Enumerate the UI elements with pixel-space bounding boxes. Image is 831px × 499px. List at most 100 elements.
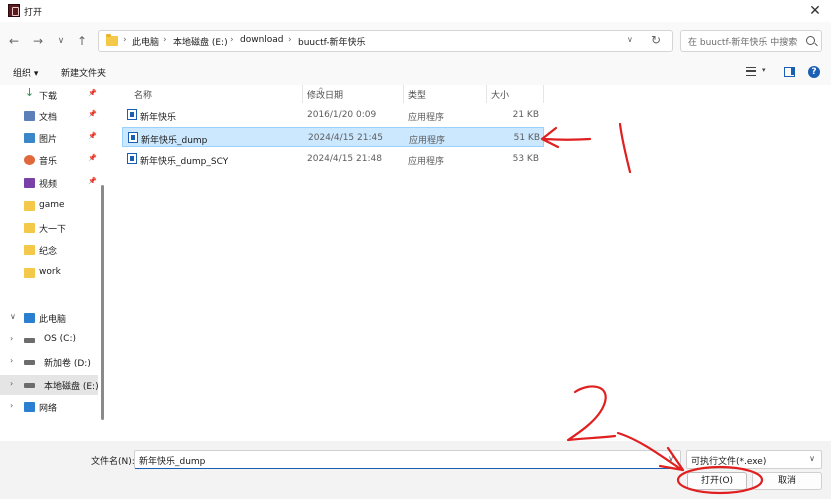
column-header-name[interactable]: 名称 [134, 88, 152, 106]
sidebar-item-label: 文档 [39, 113, 58, 123]
column-divider[interactable] [486, 85, 487, 103]
preview-pane-icon[interactable] [784, 67, 795, 77]
application-icon [128, 132, 138, 143]
file-row[interactable]: 新年快乐 2016/1/20 0:09 应用程序 21 KB [122, 105, 544, 125]
sidebar-item-memorial[interactable]: 纪念 [0, 240, 98, 260]
sidebar-item-drive-e[interactable]: › 本地磁盘 (E:) [0, 375, 99, 395]
download-icon: ↓ [24, 86, 35, 99]
sidebar-item-label: 本地磁盘 (E:) [44, 382, 99, 392]
sidebar-item-documents[interactable]: 文档 📌 [0, 106, 98, 126]
sidebar-item-game[interactable]: game [0, 196, 98, 216]
sidebar-item-videos[interactable]: 视频 📌 [0, 173, 98, 193]
file-name: 新年快乐 [140, 113, 177, 123]
column-header-modified[interactable]: 修改日期 [307, 88, 343, 106]
file-list: 名称 ^ 修改日期 类型 大小 新年快乐 2016/1/20 0:09 应用程序… [105, 85, 831, 441]
sidebar-item-freshman-spring[interactable]: 大一下 [0, 218, 98, 238]
breadcrumb-separator[interactable]: › [123, 35, 127, 45]
back-button[interactable]: ← [6, 33, 22, 49]
dialog-footer: 文件名(N): 新年快乐_dump ∨ 可执行文件(*.exe) ∨ 打开(O)… [0, 441, 831, 499]
filename-label: 文件名(N): [91, 457, 135, 467]
open-button[interactable]: 打开(O) [687, 472, 747, 490]
file-size: 21 KB [512, 110, 539, 120]
file-modified: 2024/4/15 21:45 [308, 133, 383, 143]
sidebar-scrollbar[interactable] [101, 185, 104, 420]
file-size: 53 KB [512, 154, 539, 164]
drive-icon [24, 338, 35, 343]
new-folder-button[interactable]: 新建文件夹 [61, 66, 106, 79]
forward-button[interactable]: → [30, 33, 46, 49]
search-icon [806, 36, 815, 45]
column-divider[interactable] [543, 85, 544, 103]
sidebar-item-this-pc[interactable]: ∨ 此电脑 [0, 308, 98, 328]
organize-button[interactable]: 组织 ▾ [13, 66, 38, 79]
search-input[interactable]: 在 buuctf-新年快乐 中搜索 [688, 35, 797, 48]
pin-icon: 📌 [88, 177, 97, 185]
file-name: 新年快乐_dump_SCY [140, 157, 229, 167]
chevron-right-icon[interactable]: › [10, 401, 13, 410]
application-icon [127, 109, 137, 120]
recent-locations-button[interactable]: ∨ [53, 33, 69, 49]
drive-icon [24, 383, 35, 388]
file-size: 51 KB [513, 133, 540, 143]
file-row-selected[interactable]: 新年快乐_dump 2024/4/15 21:45 应用程序 51 KB [122, 127, 544, 147]
breadcrumb-separator[interactable]: › [288, 35, 292, 45]
refresh-icon[interactable]: ↻ [651, 33, 661, 47]
cancel-button[interactable]: 取消 [752, 472, 822, 490]
pin-icon: 📌 [88, 132, 97, 140]
column-header-size[interactable]: 大小 [491, 88, 509, 106]
close-icon[interactable]: ✕ [807, 3, 823, 19]
computer-icon [24, 313, 35, 323]
file-type: 应用程序 [409, 136, 446, 146]
view-options-icon[interactable] [746, 67, 756, 76]
sidebar-item-downloads[interactable]: ↓ 下载 📌 [0, 85, 98, 105]
pin-icon: 📌 [88, 110, 97, 118]
file-row[interactable]: 新年快乐_dump_SCY 2024/4/15 21:48 应用程序 53 KB [122, 149, 544, 169]
title-bar: 打开 ✕ [0, 0, 831, 22]
sidebar-item-label: 下载 [39, 92, 58, 102]
breadcrumb-download[interactable]: download [240, 35, 284, 45]
app-icon [8, 4, 20, 17]
folder-icon [24, 245, 35, 255]
file-type: 应用程序 [408, 113, 445, 123]
sidebar-item-network[interactable]: › 网络 [0, 397, 98, 417]
sidebar-item-label: game [39, 200, 65, 210]
search-box[interactable]: 在 buuctf-新年快乐 中搜索 [680, 30, 822, 52]
column-header-type[interactable]: 类型 [408, 88, 426, 106]
filetype-value[interactable]: 可执行文件(*.exe) [691, 454, 766, 467]
breadcrumb-separator[interactable]: › [163, 35, 167, 45]
chevron-right-icon[interactable]: › [10, 379, 13, 388]
sidebar-item-label: 音乐 [39, 157, 58, 167]
sidebar-item-label: 大一下 [39, 225, 67, 235]
window-title: 打开 [24, 8, 43, 18]
column-divider[interactable] [403, 85, 404, 103]
filetype-select[interactable]: 可执行文件(*.exe) ∨ [686, 450, 822, 469]
sidebar-item-label: 网络 [39, 404, 58, 414]
address-history-dropdown[interactable]: ∨ [627, 35, 633, 44]
chevron-down-icon[interactable]: ∨ [668, 454, 674, 463]
help-icon[interactable]: ? [808, 66, 820, 78]
sidebar-item-label: 视频 [39, 180, 58, 190]
sidebar-item-drive-c[interactable]: › OS (C:) [0, 330, 98, 350]
sidebar-item-music[interactable]: 音乐 📌 [0, 150, 98, 170]
command-toolbar: 组织 ▾ 新建文件夹 ▾ ? [0, 60, 831, 85]
chevron-right-icon[interactable]: › [10, 334, 13, 343]
column-divider[interactable] [302, 85, 303, 103]
breadcrumb-this-pc[interactable]: 此电脑 [132, 35, 159, 48]
breadcrumb-drive-e[interactable]: 本地磁盘 (E:) [173, 35, 228, 48]
filename-field[interactable]: 新年快乐_dump ∨ [134, 450, 681, 469]
breadcrumb-current-folder[interactable]: buuctf-新年快乐 [298, 35, 366, 48]
chevron-down-icon[interactable]: ∨ [10, 312, 16, 321]
file-type: 应用程序 [408, 157, 445, 167]
address-bar[interactable]: › 此电脑 › 本地磁盘 (E:) › download › buuctf-新年… [98, 30, 673, 52]
chevron-right-icon[interactable]: › [10, 356, 13, 365]
up-button[interactable]: ↑ [74, 33, 90, 49]
sidebar-item-work[interactable]: work [0, 263, 98, 283]
filename-value[interactable]: 新年快乐_dump [139, 454, 205, 467]
folder-icon [106, 34, 118, 46]
sidebar-item-pictures[interactable]: 图片 📌 [0, 128, 98, 148]
sidebar-item-drive-d[interactable]: › 新加卷 (D:) [0, 352, 98, 372]
view-dropdown-icon[interactable]: ▾ [762, 66, 766, 74]
chevron-down-icon[interactable]: ∨ [809, 454, 815, 463]
breadcrumb-separator[interactable]: › [230, 35, 234, 45]
pin-icon: 📌 [88, 154, 97, 162]
